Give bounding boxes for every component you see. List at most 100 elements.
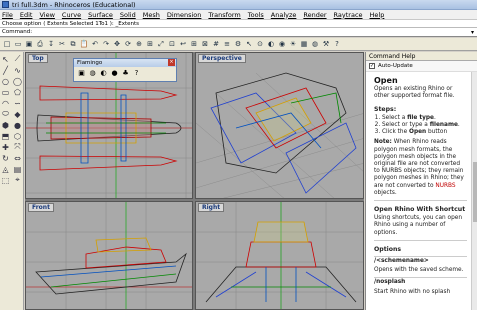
undo-view-icon[interactable]: ↩ (178, 39, 188, 49)
tool-10-icon[interactable]: ∽ (12, 98, 23, 108)
four-viewports-icon[interactable]: ⊞ (189, 39, 199, 49)
menu-surface[interactable]: Surface (88, 11, 113, 19)
flamingo-title[interactable]: Flamingo (74, 59, 176, 67)
cplane-icon[interactable]: ⊠ (200, 39, 210, 49)
tool-22-icon[interactable]: ▤ (12, 164, 23, 174)
menu-tools[interactable]: Tools (248, 11, 264, 19)
tool-23-icon[interactable]: ⬚ (0, 175, 11, 185)
help-title: Open (374, 76, 398, 85)
main-tool-palette: ↖ ⟋ ╱ ∿ ○ ◯ ▭ ⬠ ◠ ∽ ⬭ ◆ ⬢ ● ⬒ ⬡ ✚ ⤧ ↻ ⇔ ◬ ▤ ⬚ ⌖ (0, 52, 24, 310)
rotate-view-icon[interactable]: ⟳ (123, 39, 133, 49)
viewport-front[interactable]: Front (25, 201, 193, 310)
viewport-right[interactable]: Right (195, 201, 364, 310)
texture-icon[interactable]: ▦ (299, 39, 309, 49)
viewport-perspective[interactable]: Perspective (195, 52, 364, 199)
copy-icon[interactable]: ⧉ (68, 39, 78, 49)
viewport-label-perspective[interactable]: Perspective (198, 54, 246, 63)
new-file-icon[interactable]: □ (2, 39, 12, 49)
tool-19-icon[interactable]: ↻ (0, 153, 11, 163)
save-icon[interactable]: ▣ (24, 39, 34, 49)
select-icon[interactable]: ↖ (244, 39, 254, 49)
menu-help[interactable]: Help (370, 11, 385, 19)
tool-11-icon[interactable]: ⬭ (0, 109, 11, 119)
tool-24-icon[interactable]: ⌖ (12, 175, 23, 185)
help-scrollbar[interactable] (471, 72, 477, 310)
nurbs-link[interactable]: NURBS (435, 183, 455, 189)
tool-20-icon[interactable]: ⇔ (12, 153, 23, 163)
viewport-label-top[interactable]: Top (28, 54, 48, 63)
paste-icon[interactable]: 📋 (79, 39, 89, 49)
tool-8-icon[interactable]: ⬠ (12, 87, 23, 97)
redo-icon[interactable]: ↷ (101, 39, 111, 49)
command-dropdown-icon[interactable]: ▾ (471, 28, 474, 37)
tool-15-icon[interactable]: ⬒ (0, 131, 11, 141)
osnap-icon[interactable]: ⊙ (255, 39, 265, 49)
menu-transform[interactable]: Transform (208, 11, 240, 19)
scroll-thumb[interactable] (473, 162, 477, 222)
menu-bar: File Edit View Curve Surface Solid Mesh Dimensi… (0, 10, 477, 20)
print-icon[interactable]: ⎙ (35, 39, 45, 49)
shade-icon[interactable]: ◐ (266, 39, 276, 49)
menu-view[interactable]: View (39, 11, 54, 19)
zoom-extents-icon[interactable]: ⤢ (156, 39, 166, 49)
options-icon[interactable]: ⚒ (321, 39, 331, 49)
help-icon[interactable]: ? (332, 39, 342, 49)
viewport-label-front[interactable]: Front (28, 203, 54, 212)
viewport-label-right[interactable]: Right (198, 203, 225, 212)
zoom-selected-icon[interactable]: ⊡ (167, 39, 177, 49)
layer-icon[interactable]: ≡ (222, 39, 232, 49)
help-icon[interactable]: ? (132, 69, 141, 78)
render-icon[interactable]: ▣ (77, 69, 86, 78)
close-icon[interactable]: × (168, 59, 175, 66)
viewport-top[interactable]: Top Flamingo × ▣ ◍ ◐ ● ♣? (25, 52, 193, 199)
import-icon[interactable]: ↧ (46, 39, 56, 49)
properties-icon[interactable]: ⚙ (233, 39, 243, 49)
tool-6-icon[interactable]: ◯ (12, 76, 23, 86)
command-input[interactable]: Command: ▾ (0, 28, 477, 37)
environment-icon[interactable]: ◍ (310, 39, 320, 49)
tool-13-icon[interactable]: ⬢ (0, 120, 11, 130)
step-item: Select a file type. (382, 115, 467, 122)
tool-16-icon[interactable]: ⬡ (12, 131, 23, 141)
steps-heading: Steps: (374, 105, 397, 113)
tool-1-icon[interactable]: ↖ (0, 54, 11, 64)
menu-edit[interactable]: Edit (20, 11, 33, 19)
light-icon[interactable]: ☀ (288, 39, 298, 49)
menu-raytrace[interactable]: Raytrace (334, 11, 363, 19)
open-file-icon[interactable]: ▭ (13, 39, 23, 49)
sun-icon[interactable]: ● (110, 69, 119, 78)
tool-4-icon[interactable]: ∿ (12, 65, 23, 75)
tool-5-icon[interactable]: ○ (0, 76, 11, 86)
pan-icon[interactable]: ✥ (112, 39, 122, 49)
tool-12-icon[interactable]: ◆ (12, 109, 23, 119)
menu-mesh[interactable]: Mesh (143, 11, 160, 19)
help-intro: Opens an existing Rhino or other support… (374, 86, 455, 100)
menu-dimension[interactable]: Dimension (167, 11, 202, 19)
grid-icon[interactable]: # (211, 39, 221, 49)
menu-curve[interactable]: Curve (62, 11, 81, 19)
render-icon[interactable]: ◉ (277, 39, 287, 49)
command-prompt: Command: (2, 29, 33, 35)
checkbox-icon[interactable]: ✓ (369, 63, 375, 69)
tool-7-icon[interactable]: ▭ (0, 87, 11, 97)
plant-icon[interactable]: ♣ (121, 69, 130, 78)
menu-analyze[interactable]: Analyze (271, 11, 297, 19)
material-icon[interactable]: ◍ (88, 69, 97, 78)
cut-icon[interactable]: ✂ (57, 39, 67, 49)
menu-solid[interactable]: Solid (120, 11, 136, 19)
auto-update-checkbox[interactable]: ✓ Auto-Update (366, 61, 477, 72)
menu-file[interactable]: File (2, 11, 13, 19)
zoom-icon[interactable]: ⊕ (134, 39, 144, 49)
tool-14-icon[interactable]: ● (12, 120, 23, 130)
environment-icon[interactable]: ◐ (99, 69, 108, 78)
undo-icon[interactable]: ↶ (90, 39, 100, 49)
tool-17-icon[interactable]: ✚ (0, 142, 11, 152)
tool-9-icon[interactable]: ◠ (0, 98, 11, 108)
tool-3-icon[interactable]: ╱ (0, 65, 11, 75)
zoom-window-icon[interactable]: ⊞ (145, 39, 155, 49)
menu-render[interactable]: Render (303, 11, 326, 19)
tool-21-icon[interactable]: ◬ (0, 164, 11, 174)
option-name: /<schemename> (374, 258, 429, 265)
tool-2-icon[interactable]: ⟋ (12, 54, 23, 64)
tool-18-icon[interactable]: ⤧ (12, 142, 23, 152)
